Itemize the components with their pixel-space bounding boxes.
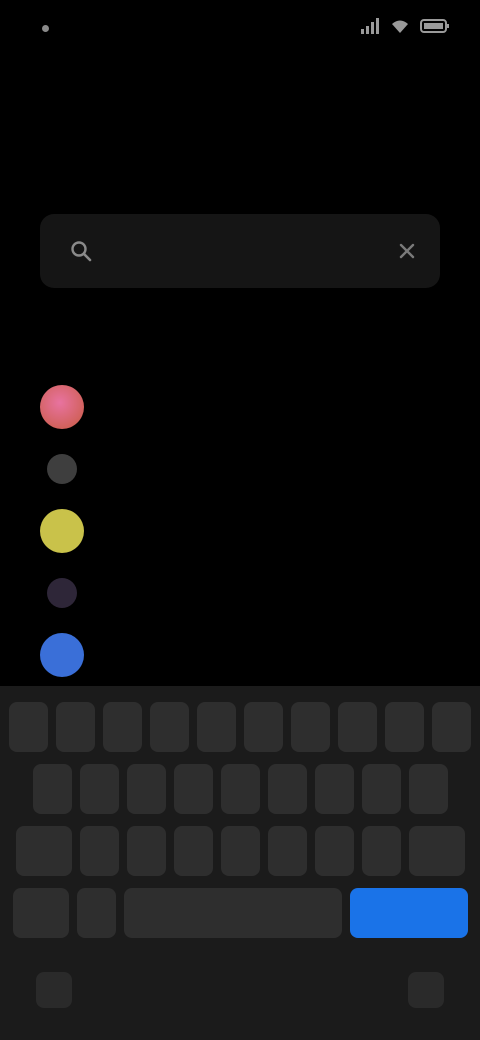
key[interactable] <box>173 826 213 876</box>
key[interactable] <box>314 826 354 876</box>
space-key[interactable] <box>123 888 342 938</box>
result-item[interactable] <box>40 624 460 686</box>
key[interactable] <box>314 764 354 814</box>
key[interactable] <box>267 826 307 876</box>
notification-dot <box>42 24 49 32</box>
key-row-2 <box>0 764 480 814</box>
app-icon <box>40 509 84 553</box>
status-left <box>30 24 49 32</box>
search-box[interactable] <box>40 214 440 288</box>
key[interactable] <box>173 764 213 814</box>
key[interactable] <box>385 702 424 752</box>
key[interactable] <box>32 764 72 814</box>
clear-icon[interactable] <box>396 240 418 262</box>
keyboard-hide-icon[interactable] <box>36 972 72 1008</box>
key[interactable] <box>361 826 401 876</box>
result-item[interactable] <box>40 438 460 500</box>
result-item[interactable] <box>40 376 460 438</box>
enter-key[interactable] <box>349 888 468 938</box>
keyboard-switch-icon[interactable] <box>408 972 444 1008</box>
key-row-1 <box>0 702 480 752</box>
keyboard <box>0 686 480 1040</box>
key[interactable] <box>79 764 119 814</box>
key[interactable] <box>220 764 260 814</box>
key[interactable] <box>126 826 166 876</box>
emoji-key[interactable] <box>76 888 116 938</box>
status-bar <box>0 0 480 56</box>
key[interactable] <box>220 826 260 876</box>
backspace-key[interactable] <box>408 826 465 876</box>
search-input[interactable] <box>108 239 396 263</box>
key[interactable] <box>9 702 48 752</box>
shift-key[interactable] <box>15 826 72 876</box>
key[interactable] <box>338 702 377 752</box>
app-icon <box>47 578 77 608</box>
status-right <box>360 17 450 39</box>
screen <box>0 0 480 1040</box>
key[interactable] <box>291 702 330 752</box>
key[interactable] <box>244 702 283 752</box>
key[interactable] <box>267 764 307 814</box>
app-icon <box>40 633 84 677</box>
key[interactable] <box>56 702 95 752</box>
key[interactable] <box>150 702 189 752</box>
key[interactable] <box>103 702 142 752</box>
key[interactable] <box>79 826 119 876</box>
key[interactable] <box>126 764 166 814</box>
key[interactable] <box>432 702 471 752</box>
key[interactable] <box>408 764 448 814</box>
result-item[interactable] <box>40 562 460 624</box>
results-list <box>40 376 460 686</box>
keyboard-nav <box>0 972 480 1008</box>
wifi-icon <box>390 18 410 39</box>
app-icon <box>47 454 77 484</box>
app-icon <box>40 385 84 429</box>
key-row-3 <box>0 826 480 876</box>
key-row-4 <box>0 888 480 938</box>
key[interactable] <box>361 764 401 814</box>
key[interactable] <box>197 702 236 752</box>
search-icon <box>70 240 92 262</box>
result-item[interactable] <box>40 500 460 562</box>
symbols-key[interactable] <box>12 888 69 938</box>
battery-icon <box>420 18 450 39</box>
signal-icon <box>360 17 380 39</box>
